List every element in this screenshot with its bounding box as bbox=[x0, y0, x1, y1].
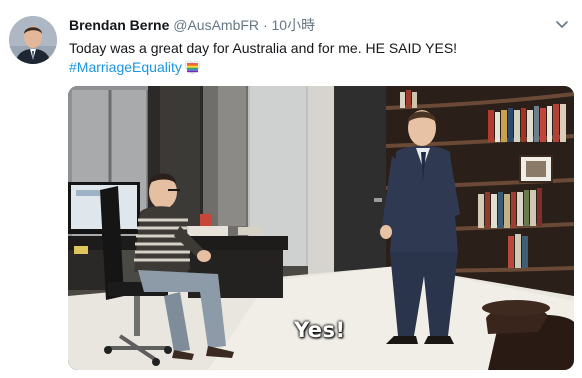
user-handle[interactable]: @AusAmbFR bbox=[173, 17, 259, 33]
timestamp[interactable]: 10小時 bbox=[272, 17, 316, 33]
tweet-card[interactable]: Brendan Berne @AusAmbFR · 10小時 Today was… bbox=[0, 0, 582, 378]
hashtag-link[interactable]: #MarriageEquality bbox=[69, 59, 182, 75]
separator-dot: · bbox=[262, 17, 268, 33]
avatar[interactable] bbox=[9, 16, 57, 64]
avatar-image bbox=[9, 16, 57, 64]
tweet-hashtag-line: #MarriageEquality bbox=[69, 58, 201, 80]
tweet-header: Brendan Berne @AusAmbFR · 10小時 bbox=[69, 16, 315, 34]
tweet-video[interactable]: Yes! bbox=[68, 86, 574, 370]
tweet-text: Today was a great day for Australia and … bbox=[69, 40, 458, 56]
video-caption: Yes! bbox=[294, 318, 346, 342]
chevron-down-icon[interactable] bbox=[554, 16, 570, 32]
rainbow-heart-icon bbox=[184, 60, 201, 80]
display-name[interactable]: Brendan Berne bbox=[69, 17, 169, 33]
